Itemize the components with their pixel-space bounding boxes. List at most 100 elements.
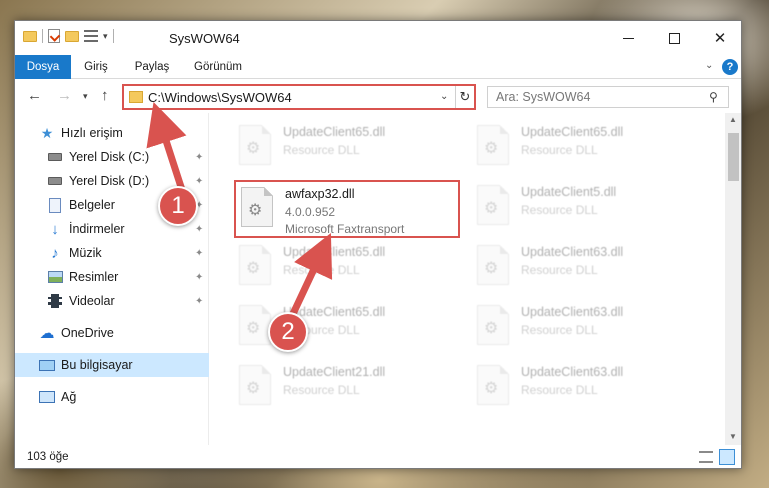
music-icon: ♪ [51,244,59,262]
dll-file-icon: ⚙ [477,125,509,165]
scroll-down-arrow-icon[interactable]: ▼ [729,432,737,441]
dll-file-icon: ⚙ [239,365,271,405]
new-folder-icon[interactable] [65,30,79,42]
file-description: Resource DLL [521,203,598,217]
dll-file-icon: ⚙ [239,125,271,165]
disk-icon [47,149,63,165]
file-tile[interactable]: ⚙ UpdateClient63.dll Resource DLL [473,301,697,355]
file-description: Resource DLL [521,383,598,397]
sidebar-item-videos[interactable]: Videolar ✦ [15,289,209,313]
network-icon [39,389,55,405]
dll-file-icon: ⚙ [477,365,509,405]
pin-icon[interactable]: ✦ [195,152,203,163]
address-bar[interactable]: C:\Windows\SysWOW64 ⌄ ↻ [122,84,476,110]
sidebar-item-network[interactable]: Ağ [15,385,209,409]
navigation-bar: ← → ▾ ↑ C:\Windows\SysWOW64 ⌄ ↻ Ara: Sys… [15,79,741,113]
close-icon: ✕ [713,30,727,47]
file-description: Resource DLL [521,143,598,157]
file-tile[interactable]: ⚙ UpdateClient65.dll Resource DLL [235,121,459,175]
file-description: Resource DLL [283,383,360,397]
minimize-button[interactable] [605,21,651,55]
tab-view[interactable]: Görünüm [183,55,253,79]
title-bar: ▾ SysWOW64 ✕ [15,21,741,55]
file-description: Resource DLL [521,263,598,277]
cloud-icon: ☁ [39,325,55,342]
recent-locations-chevron-icon[interactable]: ▾ [83,91,88,102]
folder-icon [129,91,143,103]
sidebar-item-label: İndirmeler [69,222,125,236]
vertical-scrollbar[interactable]: ▲ ▼ [725,113,741,445]
properties-icon[interactable] [48,29,60,43]
file-tile[interactable]: ⚙ UpdateClient65.dll Resource DLL [235,241,459,295]
toolbar-divider [42,29,43,43]
search-input[interactable]: Ara: SysWOW64 ⚲ [487,86,729,108]
sidebar-item-pictures[interactable]: Resimler ✦ [15,265,209,289]
file-name: UpdateClient63.dll [521,365,624,379]
dll-file-icon: ⚙ [477,245,509,285]
address-history-chevron-icon[interactable]: ⌄ [440,91,448,102]
sidebar-item-label: Yerel Disk (D:) [69,174,150,188]
sidebar-item-quick-access[interactable]: ★ Hızlı erişim [15,121,209,145]
pin-icon[interactable]: ✦ [195,224,203,235]
view-icon[interactable] [84,30,98,42]
customize-toolbar-chevron-icon[interactable]: ▾ [103,31,108,42]
sidebar-item-this-pc[interactable]: Bu bilgisayar [15,353,209,377]
dll-file-icon: ⚙ [239,305,271,345]
file-name: UpdateClient21.dll [283,365,386,379]
quick-access-toolbar: ▾ [23,29,114,43]
scroll-up-arrow-icon[interactable]: ▲ [729,115,737,124]
sidebar-item-label: Müzik [69,246,102,260]
downloads-icon: ↓ [51,220,59,238]
pin-icon[interactable]: ✦ [195,272,203,283]
navigation-pane: ★ Hızlı erişim Yerel Disk (C:) ✦ Yerel D… [15,113,209,445]
pin-icon[interactable]: ✦ [195,176,203,187]
scrollbar-thumb[interactable] [728,133,739,181]
toolbar-divider [112,29,114,43]
expand-ribbon-chevron-icon[interactable]: ⌄ [705,60,713,71]
computer-icon [39,357,55,373]
details-view-icon[interactable] [699,451,713,463]
sidebar-item-onedrive[interactable]: ☁ OneDrive [15,321,209,345]
file-tile[interactable]: ⚙ UpdateClient65.dll Resource DLL [473,121,697,175]
maximize-button[interactable] [651,21,697,55]
file-tile[interactable]: ⚙ UpdateClient63.dll Resource DLL [473,241,697,295]
help-icon[interactable]: ? [722,59,738,75]
up-arrow-icon[interactable]: ↑ [101,87,109,104]
file-tile[interactable]: ⚙ UpdateClient5.dll Resource DLL [473,181,697,235]
close-button[interactable]: ✕ [697,21,741,55]
pin-icon[interactable]: ✦ [195,296,203,307]
window-title: SysWOW64 [169,31,240,46]
tab-file[interactable]: Dosya [15,55,71,79]
sidebar-item-label: Yerel Disk (C:) [69,150,150,164]
sidebar-item-label: Bu bilgisayar [61,358,133,372]
tab-home[interactable]: Giriş [75,55,117,79]
search-icon[interactable]: ⚲ [709,90,718,104]
documents-icon [47,197,63,213]
tab-share[interactable]: Paylaş [127,55,177,79]
file-name: UpdateClient5.dll [521,185,617,199]
address-path[interactable]: C:\Windows\SysWOW64 [148,90,292,105]
tiles-view-icon[interactable] [719,449,735,465]
sidebar-item-label: Belgeler [69,198,115,212]
folder-icon [23,30,37,42]
file-name: UpdateClient63.dll [521,305,624,319]
forward-arrow-icon[interactable]: → [57,87,72,104]
sidebar-item-label: Videolar [69,294,115,308]
file-tile[interactable]: ⚙ UpdateClient63.dll Resource DLL [473,361,697,415]
sidebar-item-music[interactable]: ♪ Müzik ✦ [15,241,209,265]
file-tile[interactable]: ⚙ UpdateClient21.dll Resource DLL [235,361,459,415]
dll-file-icon: ⚙ [239,245,271,285]
file-description: Resource DLL [283,263,360,277]
file-name: UpdateClient65.dll [283,245,386,259]
highlight-box [234,180,460,238]
file-name: UpdateClient63.dll [521,245,624,259]
ribbon-tabs: Dosya Giriş Paylaş Görünüm ⌄ ? [15,55,741,79]
sidebar-item-label: Ağ [61,390,77,404]
sidebar-item-local-disk-c[interactable]: Yerel Disk (C:) ✦ [15,145,209,169]
pictures-icon [47,269,63,285]
pin-icon[interactable]: ✦ [195,248,203,259]
sidebar-item-label: OneDrive [61,326,114,340]
file-list: ⚙ UpdateClient65.dll Resource DLL ⚙ Upda… [211,113,725,445]
refresh-icon[interactable]: ↻ [455,86,474,108]
back-arrow-icon[interactable]: ← [27,87,42,104]
